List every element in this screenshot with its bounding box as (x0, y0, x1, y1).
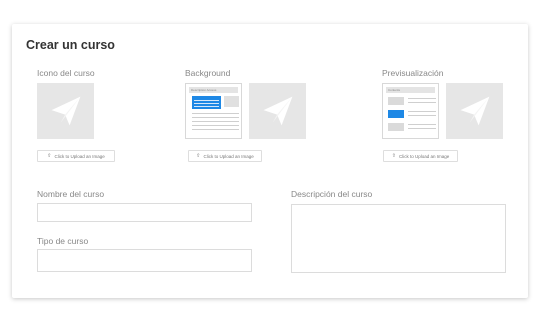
upload-icon: ⇧ (391, 153, 396, 159)
paper-plane-icon (51, 96, 80, 126)
preview-mockup: Contents (382, 83, 439, 139)
course-icon-upload-button[interactable]: ⇧ Click to Upload an Image (37, 150, 115, 162)
background-mockup: Description Access (185, 83, 242, 139)
course-name-label: Nombre del curso (37, 189, 105, 199)
paper-plane-icon (460, 96, 489, 126)
paper-plane-icon (263, 96, 292, 126)
course-name-input[interactable] (37, 203, 252, 222)
course-type-label: Tipo de curso (37, 236, 89, 246)
upload-icon: ⇧ (47, 153, 52, 159)
course-icon-label: Icono del curso (37, 68, 95, 78)
course-description-textarea[interactable] (291, 204, 506, 273)
background-label: Background (185, 68, 231, 78)
course-description-label: Descripción del curso (291, 189, 373, 199)
preview-upload-button[interactable]: ⇧ Click to Upload an Image (383, 150, 458, 162)
create-course-card: Crear un curso Icono del curso ⇧ Click t… (12, 24, 528, 298)
preview-image-placeholder[interactable] (446, 83, 503, 139)
upload-icon: ⇧ (196, 153, 201, 159)
background-mock-header: Description Access (191, 88, 217, 92)
background-upload-button[interactable]: ⇧ Click to Upload an Image (188, 150, 262, 162)
preview-label: Previsualización (382, 68, 444, 78)
background-image-placeholder[interactable] (249, 83, 306, 139)
page-title: Crear un curso (26, 38, 115, 52)
course-type-input[interactable] (37, 249, 252, 272)
preview-mock-header: Contents (388, 88, 401, 92)
course-icon-placeholder[interactable] (37, 83, 94, 139)
